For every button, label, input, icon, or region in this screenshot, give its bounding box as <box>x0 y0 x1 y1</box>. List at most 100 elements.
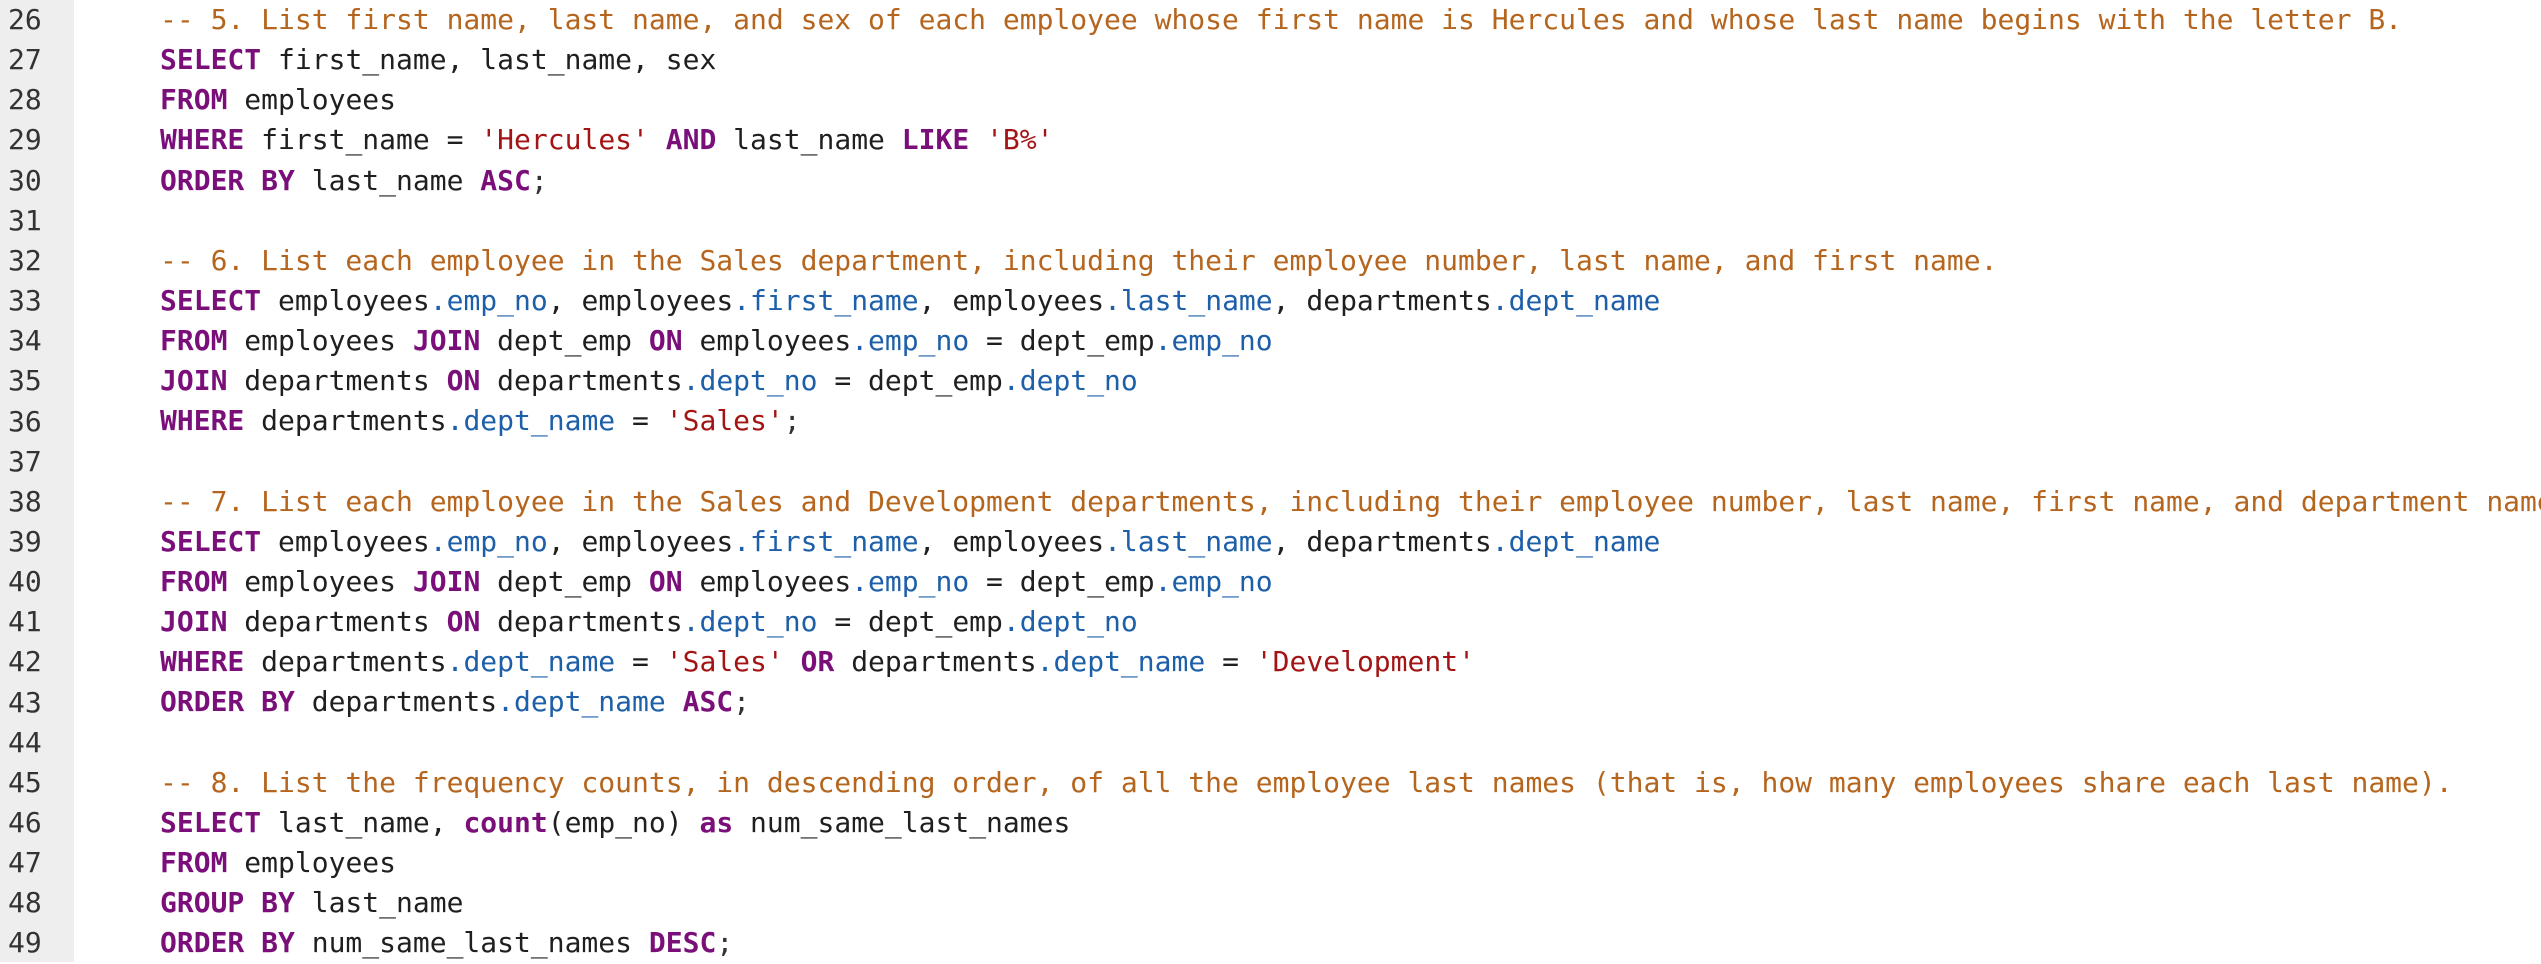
line-content: -- 6. List each employee in the Sales de… <box>74 241 1997 281</box>
code-area[interactable]: 26 -- 5. List first name, last name, and … <box>8 0 2541 962</box>
keyword-token: ORDER BY <box>160 163 295 197</box>
column-token: .last_name <box>1104 283 1273 317</box>
line-content: SELECT employees.emp_no, employees.first… <box>74 522 1660 562</box>
column-token: .emp_no <box>1154 564 1273 598</box>
keyword-token: JOIN <box>160 364 228 398</box>
keyword-token: WHERE <box>160 123 245 157</box>
identifier-token: employees <box>227 845 397 879</box>
identifier-token: , departments <box>1272 524 1492 558</box>
line-content: SELECT employees.emp_no, employees.first… <box>74 281 1660 321</box>
keyword-token: WHERE <box>160 404 245 438</box>
identifier-token <box>666 685 683 718</box>
code-line[interactable]: 43 ORDER BY departments.dept_name ASC; <box>8 682 2541 722</box>
identifier-token: = <box>615 645 666 679</box>
code-line[interactable]: 27 SELECT first_name, last_name, sex <box>8 40 2541 80</box>
code-line[interactable]: 47 FROM employees <box>8 843 2541 883</box>
identifier-token: last_name <box>716 123 902 157</box>
identifier-token: , employees <box>547 524 734 558</box>
column-token: .emp_no <box>851 564 970 598</box>
punctuation-token: ; <box>716 926 734 960</box>
keyword-token: DESC <box>648 926 717 960</box>
column-token: .dept_no <box>682 605 818 639</box>
line-content: -- 5. List first name, last name, and se… <box>74 0 2402 40</box>
code-line[interactable]: 31 <box>8 201 2541 241</box>
code-line[interactable]: 32 -- 6. List each employee in the Sales … <box>8 241 2541 281</box>
column-token: .emp_no <box>429 524 548 558</box>
code-line[interactable]: 37 <box>8 442 2541 482</box>
identifier-token: = dept_emp <box>969 564 1155 598</box>
identifier-token: = dept_emp <box>817 605 1003 639</box>
code-line[interactable]: 28 FROM employees <box>8 80 2541 120</box>
code-line[interactable]: 40 FROM employees JOIN dept_emp ON employ… <box>8 562 2541 602</box>
keyword-token: ON <box>648 564 683 598</box>
identifier-token: num_same_last_names <box>294 926 649 960</box>
column-token: .dept_no <box>1002 364 1138 398</box>
punctuation-token: ; <box>783 404 801 438</box>
line-content: SELECT first_name, last_name, sex <box>74 40 716 80</box>
identifier-token: dept_emp <box>480 324 649 358</box>
identifier-token: num_same_last_names <box>733 805 1071 839</box>
identifier-token: , departments <box>1272 283 1492 317</box>
code-line[interactable]: 41 JOIN departments ON departments.dept_n… <box>8 602 2541 642</box>
code-line[interactable]: 42 WHERE departments.dept_name = 'Sales' … <box>8 642 2541 682</box>
identifier-token: employees <box>261 283 430 317</box>
string-token: 'Development' <box>1255 645 1475 679</box>
keyword-token: FROM <box>160 83 228 117</box>
column-token: .emp_no <box>1154 324 1273 358</box>
keyword-token: FROM <box>160 324 228 358</box>
code-line[interactable]: 48 GROUP BY last_name <box>8 883 2541 923</box>
keyword-token: JOIN <box>412 564 481 598</box>
code-line[interactable]: 36 WHERE departments.dept_name = 'Sales'; <box>8 401 2541 441</box>
column-token: .first_name <box>733 283 919 317</box>
identifier-token <box>649 123 666 156</box>
identifier-token: , employees <box>918 524 1105 558</box>
keyword-token: ORDER BY <box>160 685 295 719</box>
code-line[interactable]: 49 ORDER BY num_same_last_names DESC; <box>8 923 2541 962</box>
string-token: 'Sales' <box>665 645 784 679</box>
column-token: .dept_name <box>1036 645 1206 679</box>
line-content: SELECT last_name, count(emp_no) as num_s… <box>74 803 1070 843</box>
code-line[interactable]: 35 JOIN departments ON departments.dept_n… <box>8 361 2541 401</box>
column-token: .dept_name <box>446 404 616 438</box>
comment-token: -- 6. List each employee in the Sales de… <box>160 243 1998 277</box>
keyword-token: ASC <box>480 163 531 197</box>
identifier-token: departments <box>480 605 683 639</box>
identifier-token: employees <box>227 83 397 117</box>
identifier-token: last_name <box>294 886 464 920</box>
identifier-token: departments <box>294 685 498 719</box>
function-token: count <box>463 805 548 839</box>
line-content <box>74 201 160 241</box>
keyword-token: WHERE <box>160 645 245 679</box>
string-token: 'B%' <box>986 123 1054 157</box>
line-content: FROM employees <box>74 80 396 120</box>
keyword-token: LIKE <box>901 123 970 157</box>
keyword-token: ON <box>648 324 683 358</box>
keyword-token: FROM <box>160 564 228 598</box>
identifier-token: last_name <box>294 163 481 197</box>
identifier-token <box>784 645 801 678</box>
code-line[interactable]: 45 -- 8. List the frequency counts, in de… <box>8 763 2541 803</box>
column-token: .dept_name <box>497 685 666 719</box>
keyword-token: ON <box>446 364 481 398</box>
keyword-token: ORDER BY <box>160 926 295 960</box>
line-content: ORDER BY last_name ASC; <box>74 161 548 201</box>
code-line[interactable]: 39 SELECT employees.emp_no, employees.fir… <box>8 522 2541 562</box>
line-content: -- 7. List each employee in the Sales an… <box>74 482 2541 522</box>
column-token: .dept_name <box>446 645 616 679</box>
code-line[interactable]: 38 -- 7. List each employee in the Sales … <box>8 482 2541 522</box>
code-line[interactable]: 33 SELECT employees.emp_no, employees.fir… <box>8 281 2541 321</box>
code-line[interactable]: 46 SELECT last_name, count(emp_no) as num… <box>8 803 2541 843</box>
code-line[interactable]: 26 -- 5. List first name, last name, and … <box>8 0 2541 40</box>
code-editor[interactable]: 26 -- 5. List first name, last name, and … <box>0 0 2541 962</box>
line-content: GROUP BY last_name <box>74 883 463 923</box>
code-line[interactable]: 30 ORDER BY last_name ASC; <box>8 161 2541 201</box>
code-line[interactable]: 44 <box>8 723 2541 763</box>
string-token: 'Sales' <box>665 404 784 438</box>
column-token: .emp_no <box>429 283 548 317</box>
code-line[interactable]: 29 WHERE first_name = 'Hercules' AND last… <box>8 120 2541 160</box>
keyword-token: OR <box>800 645 835 679</box>
identifier-token: , employees <box>547 283 734 317</box>
column-token: .dept_no <box>682 364 818 398</box>
code-line[interactable]: 34 FROM employees JOIN dept_emp ON employ… <box>8 321 2541 361</box>
punctuation-token: ; <box>733 685 751 719</box>
